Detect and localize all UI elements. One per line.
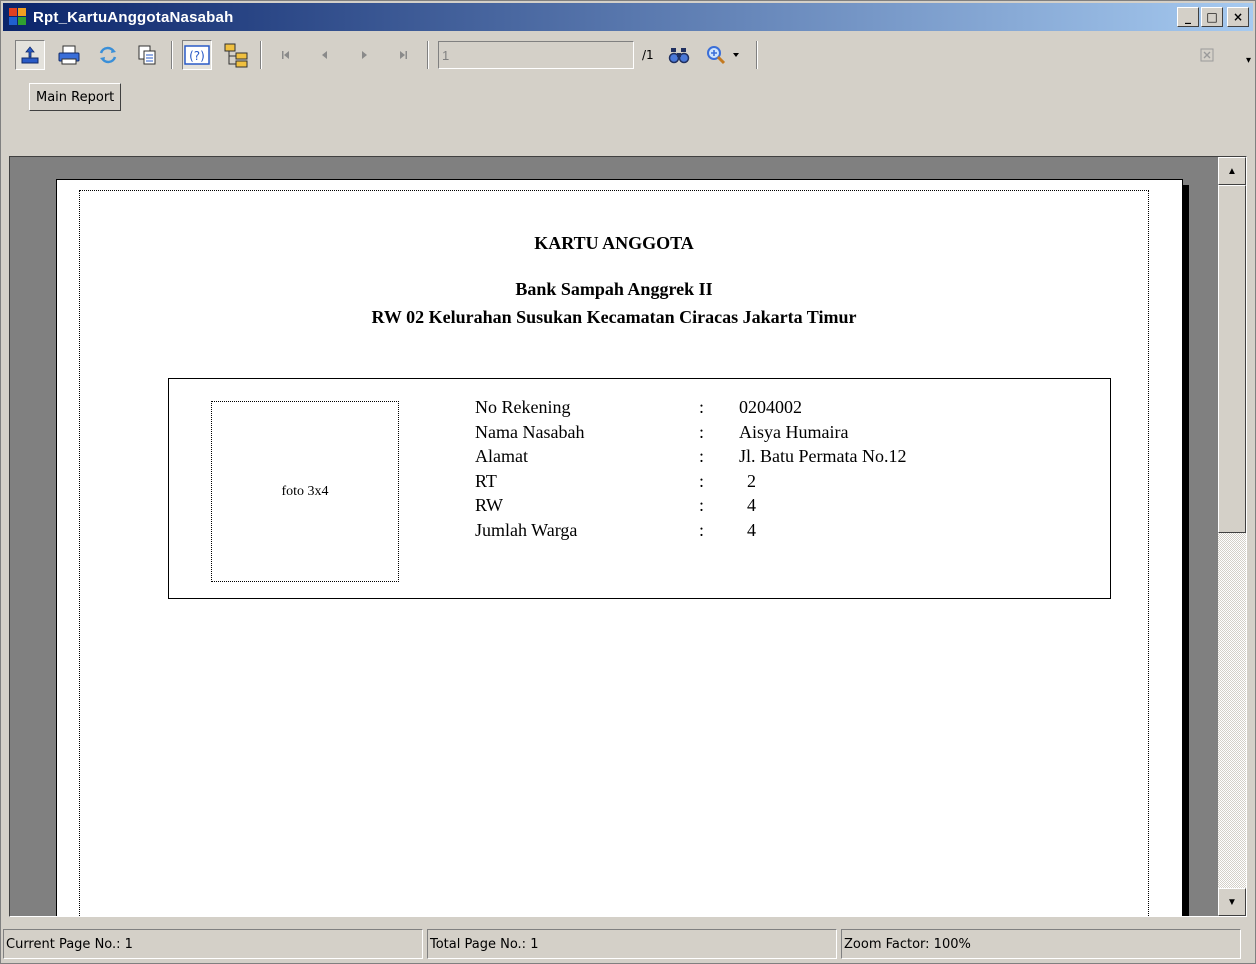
report-page: KARTU ANGGOTA Bank Sampah Anggrek II RW … [56, 179, 1183, 916]
field-row: Jumlah Warga : 4 [475, 518, 1039, 543]
copy-icon [138, 45, 156, 65]
title-bar[interactable]: Rpt_KartuAnggotaNasabah _ □ × [3, 3, 1253, 31]
help-button[interactable]: (?) [182, 40, 212, 70]
field-value: 0204002 [739, 397, 802, 417]
group-tree-button[interactable] [221, 40, 251, 70]
org-address: RW 02 Kelurahan Susukan Kecamatan Ciraca… [371, 307, 857, 327]
toolbar-separator [427, 41, 429, 69]
close-current-view-button[interactable] [1192, 40, 1222, 70]
field-row: Alamat : Jl. Batu Permata No.12 [475, 444, 1039, 469]
toolbar: (?) 1 /1 ▾ Main Report [3, 33, 1253, 111]
field-row: No Rekening : 0204002 [475, 395, 1039, 420]
field-value: 4 [747, 495, 756, 515]
refresh-button[interactable] [93, 40, 123, 70]
export-button[interactable] [15, 40, 45, 70]
status-current-page: Current Page No.: 1 [3, 929, 423, 959]
vertical-scrollbar[interactable]: ▲ ▼ [1218, 157, 1246, 916]
field-colon: : [699, 421, 705, 442]
first-page-icon [282, 51, 289, 59]
status-bar: Current Page No.: 1 Total Page No.: 1 Zo… [3, 929, 1253, 961]
refresh-icon [99, 46, 117, 64]
field-value: Jl. Batu Permata No.12 [739, 446, 907, 466]
field-value: Aisya Humaira [739, 421, 849, 442]
field-label: Jumlah Warga [475, 519, 578, 540]
toolbar-separator [171, 41, 173, 69]
page-section-frame: KARTU ANGGOTA Bank Sampah Anggrek II RW … [79, 190, 1149, 916]
arrow-up-icon: ▲ [1227, 165, 1237, 177]
field-label: No Rekening [475, 397, 571, 417]
search-icon [668, 48, 689, 64]
minimize-button[interactable]: _ [1177, 7, 1199, 27]
print-icon [58, 45, 80, 65]
page-total-label: /1 [642, 48, 654, 62]
member-fields: No Rekening : 0204002 Nama Nasabah : Ais… [475, 395, 1039, 542]
print-button[interactable] [54, 40, 84, 70]
next-page-button[interactable] [349, 40, 379, 70]
tab-main-report[interactable]: Main Report [29, 83, 122, 111]
maximize-button[interactable]: □ [1201, 7, 1223, 27]
export-icon [21, 46, 39, 64]
toolbar-separator [755, 41, 758, 69]
field-row: RT : 2 [475, 469, 1039, 494]
photo-placeholder: foto 3x4 [211, 401, 399, 582]
report-viewer-window: Rpt_KartuAnggotaNasabah _ □ × (?) 1 /1 ▾… [0, 0, 1256, 964]
last-page-button[interactable] [388, 40, 418, 70]
scroll-up-button[interactable]: ▲ [1218, 157, 1246, 185]
close-icon [1200, 48, 1214, 62]
maximize-icon: □ [1206, 10, 1218, 24]
zoom-icon [706, 46, 739, 65]
arrow-down-icon: ▼ [1227, 896, 1237, 908]
scroll-thumb[interactable] [1218, 185, 1246, 533]
toolbar-overflow-icon[interactable]: ▾ [1246, 55, 1251, 66]
tab-label: Main Report [36, 89, 115, 105]
window-title: Rpt_KartuAnggotaNasabah [33, 8, 234, 26]
first-page-button[interactable] [271, 40, 301, 70]
org-name: Bank Sampah Anggrek II [515, 279, 713, 299]
field-value: 4 [747, 519, 756, 540]
report-tabstrip: Main Report [3, 83, 1253, 111]
status-zoom-factor: Zoom Factor: 100% [841, 929, 1241, 959]
zoom-dropdown-button[interactable] [703, 40, 747, 70]
field-colon: : [699, 519, 705, 540]
field-colon: : [699, 495, 705, 515]
field-colon: : [699, 397, 705, 417]
field-value: 2 [747, 470, 756, 491]
app-icon [9, 8, 27, 26]
field-label: Nama Nasabah [475, 421, 585, 442]
field-colon: : [699, 470, 705, 491]
field-label: RW [475, 495, 504, 515]
prev-page-button[interactable] [310, 40, 340, 70]
member-card: foto 3x4 No Rekening : 0204002 Nama Nasa… [168, 378, 1111, 599]
toolbar-separator [260, 41, 262, 69]
close-icon: × [1232, 10, 1244, 24]
svg-text:(?): (?) [189, 49, 205, 63]
field-row: Nama Nasabah : Aisya Humaira [475, 420, 1039, 445]
group-tree-icon [224, 43, 248, 68]
photo-label: foto 3x4 [281, 483, 329, 499]
field-label: RT [475, 470, 497, 491]
scroll-down-button[interactable]: ▼ [1218, 888, 1246, 916]
field-colon: : [699, 446, 705, 466]
page-number-input[interactable] [438, 41, 634, 69]
prev-page-icon [322, 51, 327, 59]
next-page-icon [362, 51, 367, 59]
minimize-icon: _ [1185, 10, 1191, 24]
copy-button[interactable] [132, 40, 162, 70]
report-title: KARTU ANGGOTA [534, 233, 694, 253]
status-total-page: Total Page No.: 1 [427, 929, 837, 959]
help-icon: (?) [184, 45, 210, 65]
field-label: Alamat [475, 446, 528, 466]
close-button[interactable]: × [1227, 7, 1249, 27]
report-viewer-area[interactable]: KARTU ANGGOTA Bank Sampah Anggrek II RW … [9, 156, 1247, 917]
last-page-icon [400, 51, 407, 59]
field-row: RW : 4 [475, 493, 1039, 518]
search-button[interactable] [664, 40, 694, 70]
